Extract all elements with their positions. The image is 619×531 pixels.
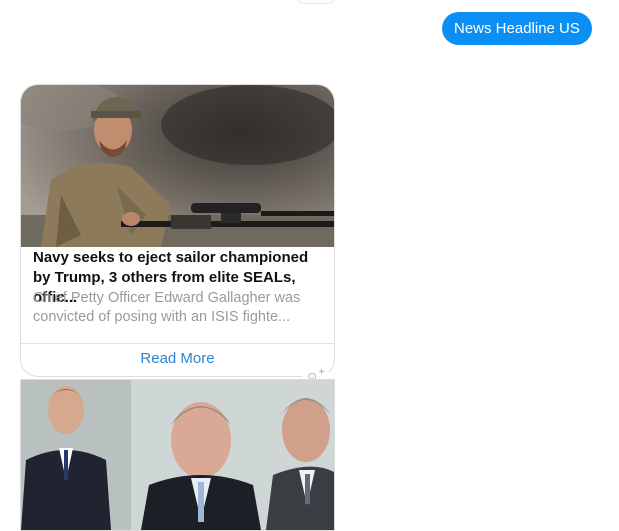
news-card[interactable]: Navy seeks to eject sailor championed by… <box>20 84 335 377</box>
previous-message-stub <box>296 0 336 4</box>
news-card-image[interactable] <box>21 85 334 247</box>
news-card-2[interactable] <box>20 379 335 531</box>
read-more-button[interactable]: Read More <box>21 344 334 376</box>
news-card-description: Chief Petty Officer Edward Gallagher was… <box>33 290 301 325</box>
news-card-2-image[interactable] <box>21 380 334 530</box>
sent-message-bubble: News Headline US <box>442 12 592 45</box>
